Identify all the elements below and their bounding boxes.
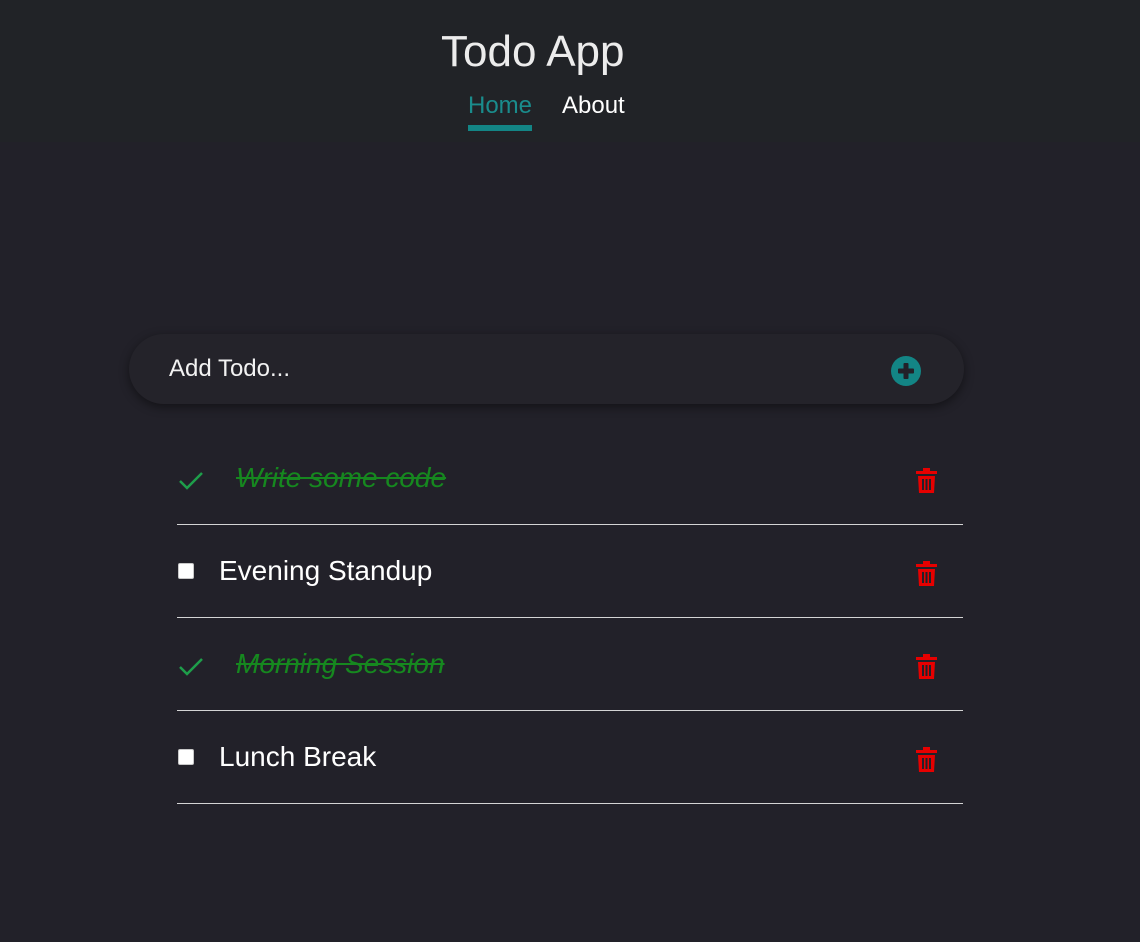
todo-text: Write some code [236,462,447,493]
add-todo-button[interactable] [891,356,921,386]
checkmark-icon[interactable] [178,470,204,492]
trash-icon[interactable] [916,654,937,679]
app-title: Todo App [441,27,625,76]
nav-about-link[interactable]: About [562,91,625,121]
trash-icon[interactable] [916,561,937,586]
todo-list: Write some code Evening Standup Morning … [177,432,963,804]
todo-checkbox[interactable] [178,563,194,579]
add-todo-input[interactable] [169,351,869,387]
todo-item: Morning Session [177,618,963,711]
plus-circle-icon [891,356,921,386]
nav-home-link[interactable]: Home [468,91,533,131]
app-header: Todo App Home About [0,0,1140,142]
todo-text: Evening Standup [219,555,433,586]
trash-icon[interactable] [916,747,937,772]
todo-checkbox[interactable] [178,749,194,765]
todo-text: Morning Session [236,648,445,679]
todo-item: Write some code [177,432,963,525]
todo-item: Evening Standup [177,525,963,618]
checkmark-icon[interactable] [178,656,204,678]
todo-text: Lunch Break [219,741,377,772]
trash-icon[interactable] [916,468,937,493]
todo-item: Lunch Break [177,711,963,804]
add-todo-form [129,334,964,404]
